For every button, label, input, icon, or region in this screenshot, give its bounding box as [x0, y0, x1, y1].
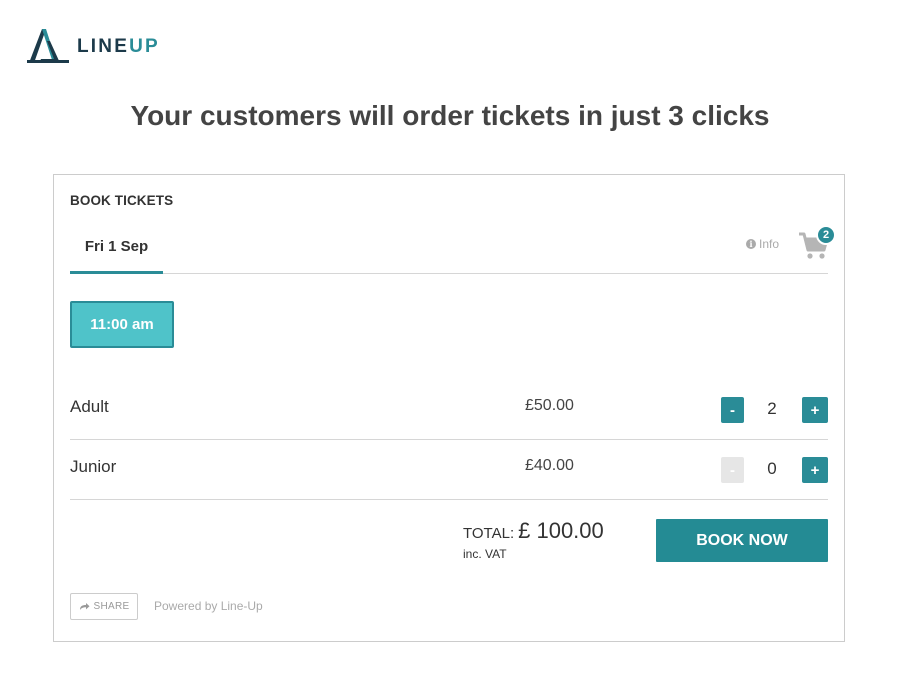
page-headline: Your customers will order tickets in jus… — [130, 100, 770, 131]
cart-count-badge: 2 — [816, 225, 836, 245]
info-icon: i — [746, 239, 756, 249]
junior-quantity: 0 — [767, 459, 777, 478]
widget-title: BOOK TICKETS — [70, 193, 174, 208]
total-amount: £ 100.00 — [518, 518, 604, 543]
share-button[interactable]: SHARE — [70, 593, 138, 620]
info-label: Info — [759, 237, 780, 251]
lineup-logo-icon — [27, 29, 69, 63]
total-label: TOTAL: — [463, 525, 515, 542]
ticket-row-junior: Junior £40.00 - 0 + — [70, 440, 828, 500]
logo-text-accent: UP — [129, 35, 160, 57]
ticket-price: £50.00 — [525, 397, 574, 414]
date-tabs: Fri 1 Sep i Info 2 — [70, 225, 836, 274]
logo-wordmark: LINEUP — [77, 37, 160, 56]
ticket-row-adult: Adult £50.00 - 2 + — [70, 380, 828, 440]
share-label: SHARE — [93, 601, 130, 612]
book-now-button[interactable]: BOOK NOW — [656, 519, 828, 562]
booking-widget: BOOK TICKETS Fri 1 Sep i Info 2 11:00 am… — [53, 174, 845, 642]
total-vat-note: inc. VAT — [463, 547, 507, 561]
logo-text-primary: LINE — [77, 35, 130, 57]
ticket-price: £40.00 — [525, 457, 574, 474]
decrease-adult-button[interactable]: - — [721, 397, 744, 423]
decrease-junior-button[interactable]: - — [721, 457, 744, 483]
ticket-name: Adult — [70, 397, 109, 416]
increase-adult-button[interactable]: + — [802, 397, 828, 423]
ticket-name: Junior — [70, 457, 117, 476]
time-slot-button[interactable]: 11:00 am — [70, 301, 174, 348]
tab-date-fri-1-sep[interactable]: Fri 1 Sep — [70, 225, 163, 274]
share-icon — [79, 603, 90, 610]
powered-by-link[interactable]: Powered by Line-Up — [154, 599, 263, 613]
adult-quantity: 2 — [767, 399, 777, 418]
info-link[interactable]: i Info — [746, 237, 779, 251]
lineup-logo[interactable]: LINEUP — [27, 27, 160, 65]
increase-junior-button[interactable]: + — [802, 457, 828, 483]
cart-button[interactable]: 2 — [798, 225, 836, 263]
order-total: TOTAL: £ 100.00 inc. VAT — [463, 518, 604, 561]
